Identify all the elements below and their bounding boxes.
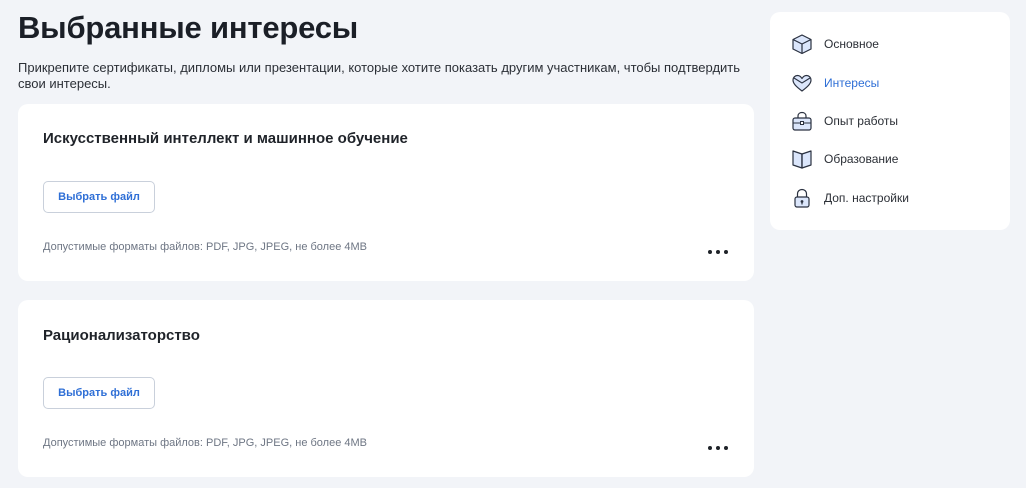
lock-icon [794, 188, 810, 208]
page-description: Прикрепите сертификаты, дипломы или през… [18, 60, 741, 91]
nav-item-label: Образование [824, 152, 899, 166]
choose-file-button[interactable]: Выбрать файл [43, 377, 155, 409]
briefcase-icon [792, 111, 812, 131]
interest-card-title: Рационализаторство [43, 327, 200, 344]
interest-card: Рационализаторство Выбрать файл Допустим… [18, 300, 754, 477]
heart-icon [792, 74, 812, 92]
file-formats-hint: Допустимые форматы файлов: PDF, JPG, JPE… [43, 241, 367, 253]
file-formats-hint: Допустимые форматы файлов: PDF, JPG, JPE… [43, 437, 367, 449]
nav-item-label: Основное [824, 37, 879, 51]
nav-item-label: Интересы [824, 76, 880, 90]
book-icon [792, 150, 812, 169]
interest-card-title: Искусственный интеллект и машинное обуче… [43, 130, 408, 147]
nav-item-extra-settings[interactable]: Доп. настройки [790, 186, 990, 210]
nav-item-label: Опыт работы [824, 114, 899, 128]
nav-item-work-experience[interactable]: Опыт работы [790, 109, 990, 133]
choose-file-button[interactable]: Выбрать файл [43, 181, 155, 213]
more-options-button[interactable] [708, 442, 728, 454]
more-dots-icon [708, 250, 712, 254]
interest-card: Искусственный интеллект и машинное обуче… [18, 104, 754, 281]
nav-item-interests[interactable]: Интересы [790, 71, 990, 95]
more-options-button[interactable] [708, 246, 728, 258]
page-title: Выбранные интересы [18, 10, 359, 45]
profile-sections-nav: Основное Интересы Опыт работы Образовани… [770, 12, 1010, 230]
nav-item-label: Доп. настройки [824, 191, 909, 205]
more-dots-icon [708, 446, 712, 450]
nav-item-basic[interactable]: Основное [790, 32, 990, 56]
cube-icon [792, 34, 812, 55]
nav-item-education[interactable]: Образование [790, 147, 990, 171]
